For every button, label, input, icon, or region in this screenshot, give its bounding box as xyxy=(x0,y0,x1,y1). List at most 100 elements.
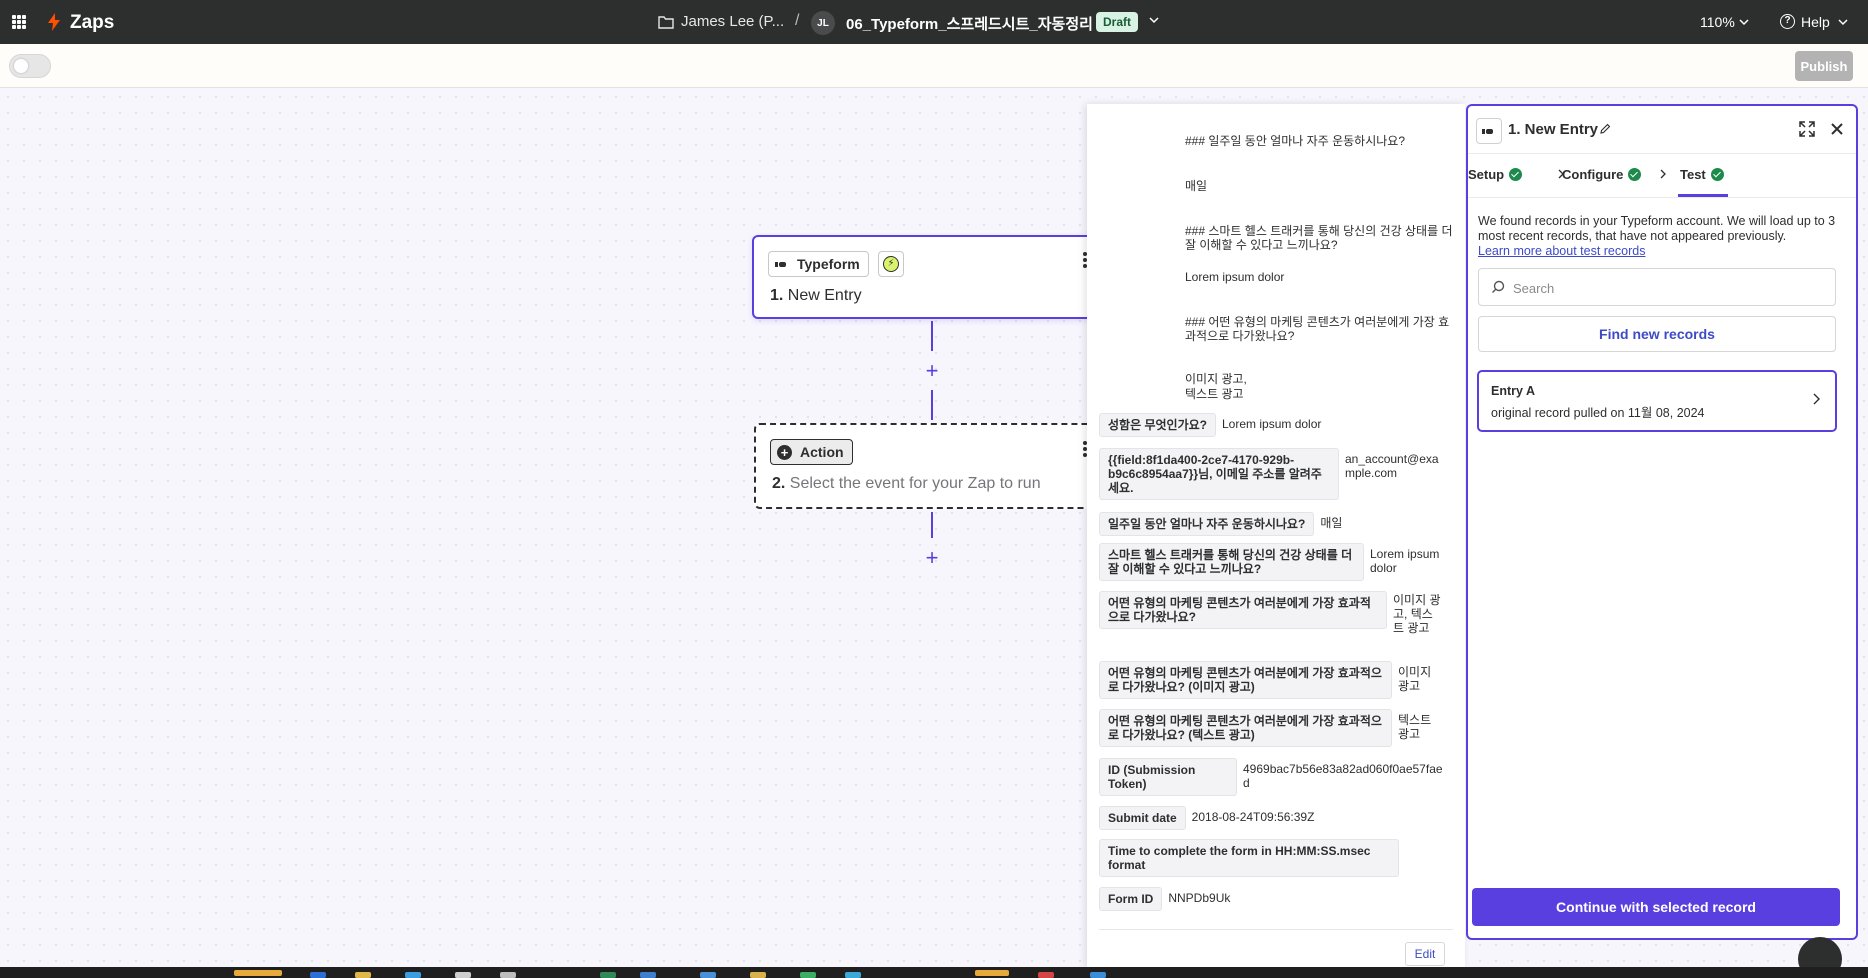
raw-text: Lorem ipsum dolor xyxy=(1185,270,1285,284)
help-menu[interactable]: Help xyxy=(1801,14,1830,30)
field-row: 성함은 무엇인가요? Lorem ipsum dolor xyxy=(1099,413,1327,437)
taskbar-app-icon[interactable] xyxy=(310,972,326,978)
field-row: Time to complete the form in HH:MM:SS.ms… xyxy=(1099,839,1411,877)
taskbar-app-icon[interactable] xyxy=(455,972,471,978)
zap-title[interactable]: 06_Typeform_스프레드시트_자동정리 xyxy=(846,13,1093,34)
field-key: 스마트 헬스 트래커를 통해 당신의 건강 상태를 더 잘 이해할 수 있다고 … xyxy=(1099,543,1364,581)
field-key: ID (Submission Token) xyxy=(1099,758,1237,796)
help-icon[interactable]: ? xyxy=(1780,14,1795,29)
tab-configure[interactable]: Configure xyxy=(1562,167,1642,182)
field-value: 매일 xyxy=(1320,516,1343,530)
taskbar-app-icon[interactable] xyxy=(700,972,716,978)
taskbar-app-icon[interactable] xyxy=(355,972,371,978)
folder-icon xyxy=(658,16,674,29)
chevron-down-icon[interactable] xyxy=(1147,13,1161,27)
tab-setup[interactable]: Setup xyxy=(1468,167,1523,182)
add-step-button[interactable]: + xyxy=(922,360,942,382)
publish-button[interactable]: Publish xyxy=(1795,51,1853,81)
taskbar-app-icon[interactable] xyxy=(234,970,282,976)
taskbar-app-icon[interactable] xyxy=(845,972,861,978)
raw-text: 텍스트 광고 xyxy=(1185,387,1244,401)
raw-text: 매일 xyxy=(1185,179,1208,193)
test-description: We found records in your Typeform accoun… xyxy=(1478,214,1836,243)
field-value: 이미지 광고, 텍스트 광고 xyxy=(1393,593,1441,635)
step-details-panel: 1. New Entry Setup Configure Test We fou… xyxy=(1466,104,1858,940)
app-label: Action xyxy=(800,444,844,460)
pencil-icon[interactable] xyxy=(1599,123,1611,135)
typeform-icon xyxy=(1476,118,1502,144)
search-icon xyxy=(1492,280,1505,293)
field-key: 일주일 동안 얼마나 자주 운동하시나요? xyxy=(1099,512,1315,536)
field-value: an_account@example.com xyxy=(1345,452,1439,480)
apps-grid-icon[interactable] xyxy=(12,15,26,29)
check-icon xyxy=(1509,168,1523,181)
continue-button[interactable]: Continue with selected record xyxy=(1472,888,1840,926)
taskbar-app-icon[interactable] xyxy=(800,972,816,978)
field-key: Form ID xyxy=(1099,887,1163,911)
trigger-bolt-icon: ⚡ xyxy=(878,251,904,277)
close-icon[interactable] xyxy=(1828,120,1846,138)
active-tab-indicator xyxy=(1678,194,1728,197)
top-bar: Zaps James Lee (P... / JL 06_Typeform_스프… xyxy=(0,0,1868,44)
field-row: 어떤 유형의 마케팅 콘텐츠가 여러분에게 가장 효과적으로 다가왔나요? (텍… xyxy=(1099,709,1450,747)
zoom-level[interactable]: 110% xyxy=(1700,14,1735,30)
record-subtitle: original record pulled on 11월 08, 2024 xyxy=(1491,406,1705,420)
app-label: Typeform xyxy=(797,256,860,272)
breadcrumb-separator: / xyxy=(795,12,800,29)
edit-button[interactable]: Edit xyxy=(1405,942,1445,966)
field-value: Lorem ipsum dolor xyxy=(1222,417,1322,431)
panel-title[interactable]: 1. New Entry xyxy=(1508,121,1598,138)
step-tabs: Setup Configure Test xyxy=(1468,154,1856,198)
record-data-panel: ### 일주일 동안 얼마나 자주 운동하시나요? 매일 ### 스마트 헬스 … xyxy=(1087,104,1465,968)
search-input[interactable] xyxy=(1513,279,1813,297)
app-name[interactable]: Zaps xyxy=(70,12,114,34)
field-key: 어떤 유형의 마케팅 콘텐츠가 여러분에게 가장 효과적으로 다가왔나요? (이… xyxy=(1099,661,1392,699)
taskbar-app-icon[interactable] xyxy=(1090,972,1106,978)
taskbar-app-icon[interactable] xyxy=(500,972,516,978)
taskbar-app-icon[interactable] xyxy=(405,972,421,978)
field-value: 텍스트 광고 xyxy=(1398,713,1432,741)
raw-text: ### 일주일 동안 얼마나 자주 운동하시나요? xyxy=(1185,134,1406,148)
panel-header: 1. New Entry xyxy=(1468,106,1856,154)
field-row: 어떤 유형의 마케팅 콘텐츠가 여러분에게 가장 효과적으로 다가왔나요? 이미… xyxy=(1099,591,1449,639)
tab-test[interactable]: Test xyxy=(1680,167,1724,182)
field-key: 어떤 유형의 마케팅 콘텐츠가 여러분에게 가장 효과적으로 다가왔나요? xyxy=(1099,591,1387,629)
connector-line xyxy=(931,512,933,538)
app-pill[interactable]: + Action xyxy=(770,439,853,465)
add-step-button[interactable]: + xyxy=(922,547,942,569)
field-value xyxy=(1399,839,1411,847)
taskbar-app-icon[interactable] xyxy=(1038,972,1054,978)
field-row: Submit date 2018-08-24T09:56:39Z xyxy=(1099,806,1320,830)
check-icon xyxy=(1628,168,1642,181)
folder-breadcrumb[interactable]: James Lee (P... xyxy=(681,13,784,30)
search-box[interactable] xyxy=(1478,268,1836,306)
chevron-down-icon[interactable] xyxy=(1837,16,1849,28)
taskbar-app-icon[interactable] xyxy=(640,972,656,978)
expand-icon[interactable] xyxy=(1798,120,1816,138)
zapier-bolt-icon[interactable] xyxy=(44,12,64,32)
step-card-action[interactable]: + Action 2. Select the event for your Za… xyxy=(754,423,1114,509)
connector-line xyxy=(931,321,933,351)
field-value: Lorem ipsum dolor xyxy=(1370,547,1440,575)
taskbar-app-icon[interactable] xyxy=(750,972,766,978)
chevron-down-icon[interactable] xyxy=(1738,16,1750,28)
add-circle-icon: + xyxy=(777,444,792,460)
field-row: Form ID NNPDb9Uk xyxy=(1099,887,1236,911)
field-key: {{field:8f1da400-2ce7-4170-929b-b9c6c895… xyxy=(1099,448,1339,500)
field-value: 이미지 광고 xyxy=(1398,665,1432,693)
taskbar-app-icon[interactable] xyxy=(975,970,1009,976)
avatar: JL xyxy=(811,11,835,35)
editor-toolbar xyxy=(0,44,1868,88)
step-title: 1. New Entry xyxy=(770,287,862,304)
check-icon xyxy=(1710,168,1724,181)
connector-line xyxy=(931,390,933,420)
record-option[interactable]: Entry A original record pulled on 11월 08… xyxy=(1477,370,1837,432)
app-pill[interactable]: Typeform xyxy=(768,251,869,277)
raw-text: ### 어떤 유형의 마케팅 콘텐츠가 여러분에게 가장 효과적으로 다가왔나요… xyxy=(1185,315,1450,343)
step-card-trigger[interactable]: Typeform ⚡ 1. New Entry xyxy=(752,235,1112,319)
taskbar-app-icon[interactable] xyxy=(600,972,616,978)
zap-on-off-toggle[interactable] xyxy=(9,54,51,78)
learn-more-link[interactable]: Learn more about test records xyxy=(1478,244,1645,258)
find-new-records-button[interactable]: Find new records xyxy=(1478,316,1836,352)
raw-text: 이미지 광고, xyxy=(1185,372,1247,386)
